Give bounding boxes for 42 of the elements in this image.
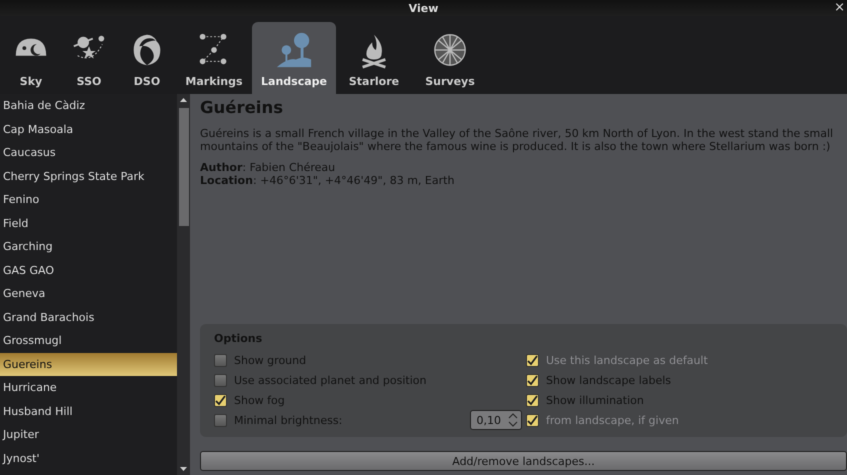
tab[interactable]: Starlore [336, 22, 412, 94]
checkbox[interactable] [214, 414, 227, 426]
checkbox-label: Use this landscape as default [546, 354, 708, 366]
landscape-item[interactable]: Caucasus [0, 141, 177, 164]
tab[interactable]: Landscape [252, 22, 336, 94]
landscape-item[interactable]: Jupiter [0, 423, 177, 446]
tab[interactable]: Markings [176, 22, 252, 94]
landscape-item[interactable]: Grossmugl [0, 329, 177, 352]
landscape-item[interactable]: Cap Masoala [0, 118, 177, 141]
location-text: Location: +46°6'31", +4°46'49", 83 m, Earth [200, 174, 456, 187]
landscape-item[interactable]: Grand Barachois [0, 306, 177, 329]
landscape-item[interactable]: GAS GAO [0, 258, 177, 282]
landscape-item[interactable]: Hurricane [0, 376, 177, 400]
globe-icon [431, 31, 469, 69]
landscape-item[interactable]: Husband Hill [0, 400, 177, 423]
author-text: Author: Fabien Chéreau [200, 161, 336, 174]
landscape-item[interactable]: Field [0, 212, 177, 235]
landscape-item[interactable]: Jynost' [0, 446, 177, 470]
close-button[interactable]: × [834, 0, 845, 16]
add-remove-button[interactable]: Add/remove landscapes... [200, 451, 847, 471]
checkbox[interactable] [526, 374, 539, 386]
spin-box[interactable]: 0,10 [470, 410, 522, 430]
checkbox[interactable] [526, 394, 539, 406]
window-title: View [408, 2, 438, 14]
landscape-item[interactable]: Geneva [0, 282, 177, 306]
trees-icon [275, 31, 313, 69]
landscape-item[interactable]: Bahia de Càdiz [0, 94, 177, 118]
checkbox[interactable] [214, 394, 227, 406]
landscape-title: Guéreins [200, 98, 284, 117]
landscape-item[interactable]: Guereins [0, 352, 177, 376]
landscape-description: Guéreins is a small French village in the Valley of the Saône river, 50 km North of Lyon. In the west stand the small mountains of the "Beaujolais" where the famous wine is produced. It is also the town where Stellarium was born :) [200, 127, 834, 153]
checkbox-label: from landscape, if given [546, 414, 679, 426]
scrollbar-thumb[interactable] [178, 108, 188, 226]
checkbox[interactable] [214, 354, 227, 366]
landscape-item[interactable]: Fenino [0, 188, 177, 212]
landscape-item[interactable]: Garching [0, 235, 177, 258]
tab[interactable]: Surveys [412, 22, 488, 94]
tab[interactable]: SSO [60, 22, 118, 94]
tab[interactable]: DSO [118, 22, 176, 94]
landscape-item[interactable]: Cherry Springs State Park [0, 164, 177, 188]
tab[interactable]: Sky [2, 22, 60, 94]
checkbox[interactable] [214, 374, 227, 386]
